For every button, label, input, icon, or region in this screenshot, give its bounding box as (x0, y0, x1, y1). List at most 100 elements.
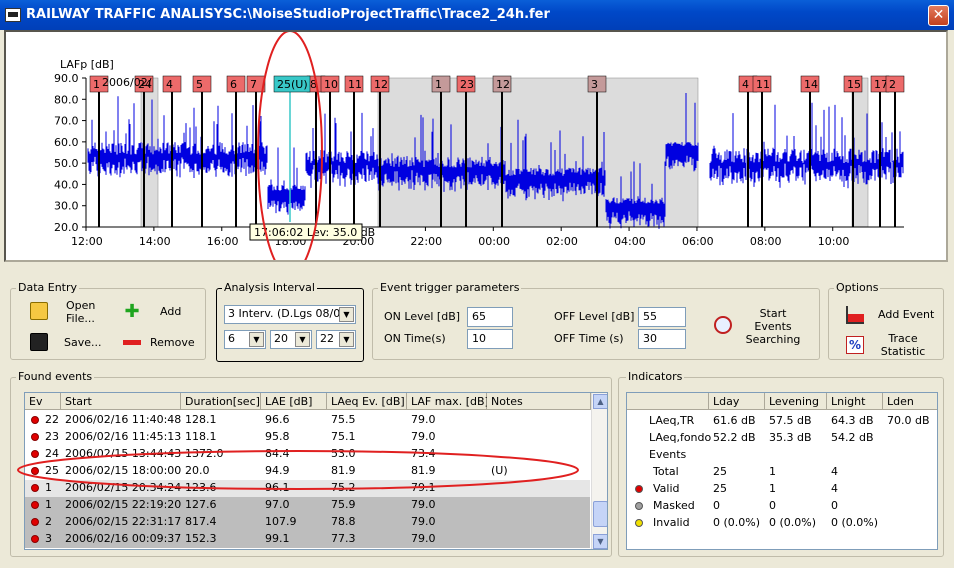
search-icon[interactable] (714, 316, 732, 334)
trace-chart[interactable]: LAFp [dB] 90.0 80.0 70.0 60.0 50.0 40.0 30.0 20… (4, 30, 948, 262)
scroll-down-icon[interactable]: ▼ (593, 534, 607, 549)
event-cell-laeq: 75.5 (331, 413, 356, 426)
event-cell-lae: 84.4 (265, 447, 290, 460)
event-cell-notes: (U) (491, 464, 508, 477)
indicator-row-label: LAeq,TR (649, 414, 695, 427)
event-marker-label[interactable]: 15 (847, 78, 861, 91)
indicator-value: 70.0 dB (887, 414, 930, 427)
event-marker-label[interactable]: 1 (93, 78, 100, 91)
add-event-icon[interactable] (846, 306, 864, 324)
event-trigger-title: Event trigger parameters (378, 281, 522, 294)
indicators-title: Indicators (626, 370, 685, 383)
y-tick-label: 50.0 (54, 157, 79, 170)
indicator-status-dot (635, 502, 643, 510)
event-marker-label[interactable]: 11 (348, 78, 362, 91)
events-scrollbar[interactable]: ▲ ▼ (591, 393, 607, 549)
col-header-2[interactable]: Duration[sec] (181, 393, 261, 410)
event-cell-laeq: 75.2 (331, 481, 356, 494)
close-button[interactable]: ✕ (928, 5, 949, 26)
x-tick-label: 08:00 (750, 235, 782, 248)
remove-icon[interactable] (123, 340, 141, 345)
open-file-button[interactable]: Open File... (66, 299, 106, 325)
indicator-row-label: Total (653, 465, 679, 478)
indicator-value: 25 (713, 482, 727, 495)
table-row[interactable]: 24 2006/02/15 13:44:43 1372.0 84.4 53.0 73.4 (25, 446, 590, 463)
event-valid-dot (31, 518, 39, 526)
indicator-value: 64.3 dB (831, 414, 874, 427)
event-marker-label[interactable]: 14 (804, 78, 818, 91)
table-row[interactable]: 3 2006/02/16 00:09:37 152.3 99.1 77.3 79.0 (25, 531, 590, 548)
add-event-button[interactable]: Add Event (878, 308, 934, 321)
indicator-value: 1 (769, 482, 776, 495)
table-row[interactable]: 2 2006/02/15 22:31:17 817.4 107.9 78.8 79.0 (25, 514, 590, 531)
table-row[interactable]: 25 2006/02/15 18:00:00 20.0 94.9 81.9 81.9 (U) (25, 463, 590, 480)
event-marker-label[interactable]: 3 (591, 78, 598, 91)
event-marker-label[interactable]: 12 (374, 78, 388, 91)
event-marker-label[interactable]: 23 (460, 78, 474, 91)
interval-hour3-select[interactable]: 22 ▼ (316, 330, 356, 349)
col-header-0[interactable]: Ev (25, 393, 61, 410)
event-marker-label[interactable]: 6 (230, 78, 237, 91)
x-tick-label: 02:00 (546, 235, 578, 248)
indicator-value: 0 (0.0%) (713, 516, 761, 529)
event-cell-dur: 123.6 (185, 481, 217, 494)
event-cell-dur: 118.1 (185, 430, 217, 443)
event-cell-lafmax: 73.4 (411, 447, 436, 460)
remove-button[interactable]: Remove (150, 336, 195, 349)
indicator-col-header-2: Levening (765, 393, 827, 410)
event-cell-laeq: 75.1 (331, 430, 356, 443)
chart-date-fragment: 2006/02/ (102, 76, 152, 89)
on-level-input[interactable]: 65 (467, 307, 513, 327)
interval-hour1-select[interactable]: 6 ▼ (224, 330, 266, 349)
col-header-5[interactable]: LAF max. [dB] (407, 393, 489, 410)
col-header-3[interactable]: LAE [dB] (261, 393, 327, 410)
indicator-value: 25 (713, 465, 727, 478)
add-button[interactable]: Add (160, 305, 181, 318)
event-marker-label[interactable]: 2 (889, 78, 896, 91)
event-cell-ev: 22 (45, 413, 59, 426)
interval-hour2-select[interactable]: 20 ▼ (270, 330, 312, 349)
start-events-searching-button[interactable]: Start Events Searching (742, 307, 804, 346)
event-cell-lafmax: 79.0 (411, 413, 436, 426)
event-marker-label[interactable]: 1 (435, 78, 442, 91)
trace-statistic-button[interactable]: Trace Statistic (870, 332, 936, 358)
off-level-input[interactable]: 55 (638, 307, 686, 327)
event-cell-ev: 24 (45, 447, 59, 460)
table-row[interactable]: 23 2006/02/16 11:45:13 118.1 95.8 75.1 79.0 (25, 429, 590, 446)
col-header-6[interactable]: Notes (487, 393, 591, 410)
event-marker-label[interactable]: 4 (742, 78, 749, 91)
events-table[interactable]: Ev Start Duration[sec] LAE [dB] LAeq Ev. [dB… (24, 392, 608, 550)
event-marker-label[interactable]: 5 (196, 78, 203, 91)
event-cell-lae: 97.0 (265, 498, 290, 511)
event-cell-lafmax: 81.9 (411, 464, 436, 477)
indicator-value: 1 (769, 465, 776, 478)
save-disk-icon[interactable] (30, 333, 48, 351)
event-marker-label[interactable]: 4 (166, 78, 173, 91)
col-header-1[interactable]: Start (61, 393, 181, 410)
indicator-value: 54.2 dB (831, 431, 874, 444)
table-row[interactable]: 22 2006/02/16 11:40:48 128.1 96.6 75.5 79.0 (25, 412, 590, 429)
selected-event-marker[interactable]: 25(U) (277, 78, 308, 91)
table-row[interactable]: 1 2006/02/15 22:19:20 127.6 97.0 75.9 79.0 (25, 497, 590, 514)
save-button[interactable]: Save... (64, 336, 102, 349)
indicator-value: 0 (769, 499, 776, 512)
add-icon[interactable]: ✚ (123, 303, 141, 322)
on-time-input[interactable]: 10 (467, 329, 513, 349)
event-marker-label[interactable]: 11 (756, 78, 770, 91)
scroll-thumb[interactable] (593, 501, 607, 527)
event-marker-label[interactable]: 10 (324, 78, 338, 91)
event-marker-label[interactable]: 7 (250, 78, 257, 91)
analysis-interval-group (216, 288, 364, 362)
trace-statistic-icon[interactable]: % (846, 336, 864, 354)
col-header-4[interactable]: LAeq Ev. [dB] (327, 393, 407, 410)
scroll-up-icon[interactable]: ▲ (593, 394, 607, 409)
off-time-label: OFF Time (s) (554, 332, 624, 345)
event-marker-label[interactable]: 12 (496, 78, 510, 91)
x-tick-label: 22:00 (410, 235, 442, 248)
event-cell-laeq: 53.0 (331, 447, 356, 460)
interval-preset-select[interactable]: 3 Interv. (D.Lgs 08/05) ▼ (224, 305, 356, 324)
open-folder-icon[interactable] (30, 302, 48, 320)
off-time-input[interactable]: 30 (638, 329, 686, 349)
table-row[interactable]: 1 2006/02/15 20:34:24 123.6 96.1 75.2 79.1 (25, 480, 590, 497)
indicators-table: Lday Levening Lnight Lden LAeq,TR 61.6 dB 57.… (626, 392, 938, 550)
